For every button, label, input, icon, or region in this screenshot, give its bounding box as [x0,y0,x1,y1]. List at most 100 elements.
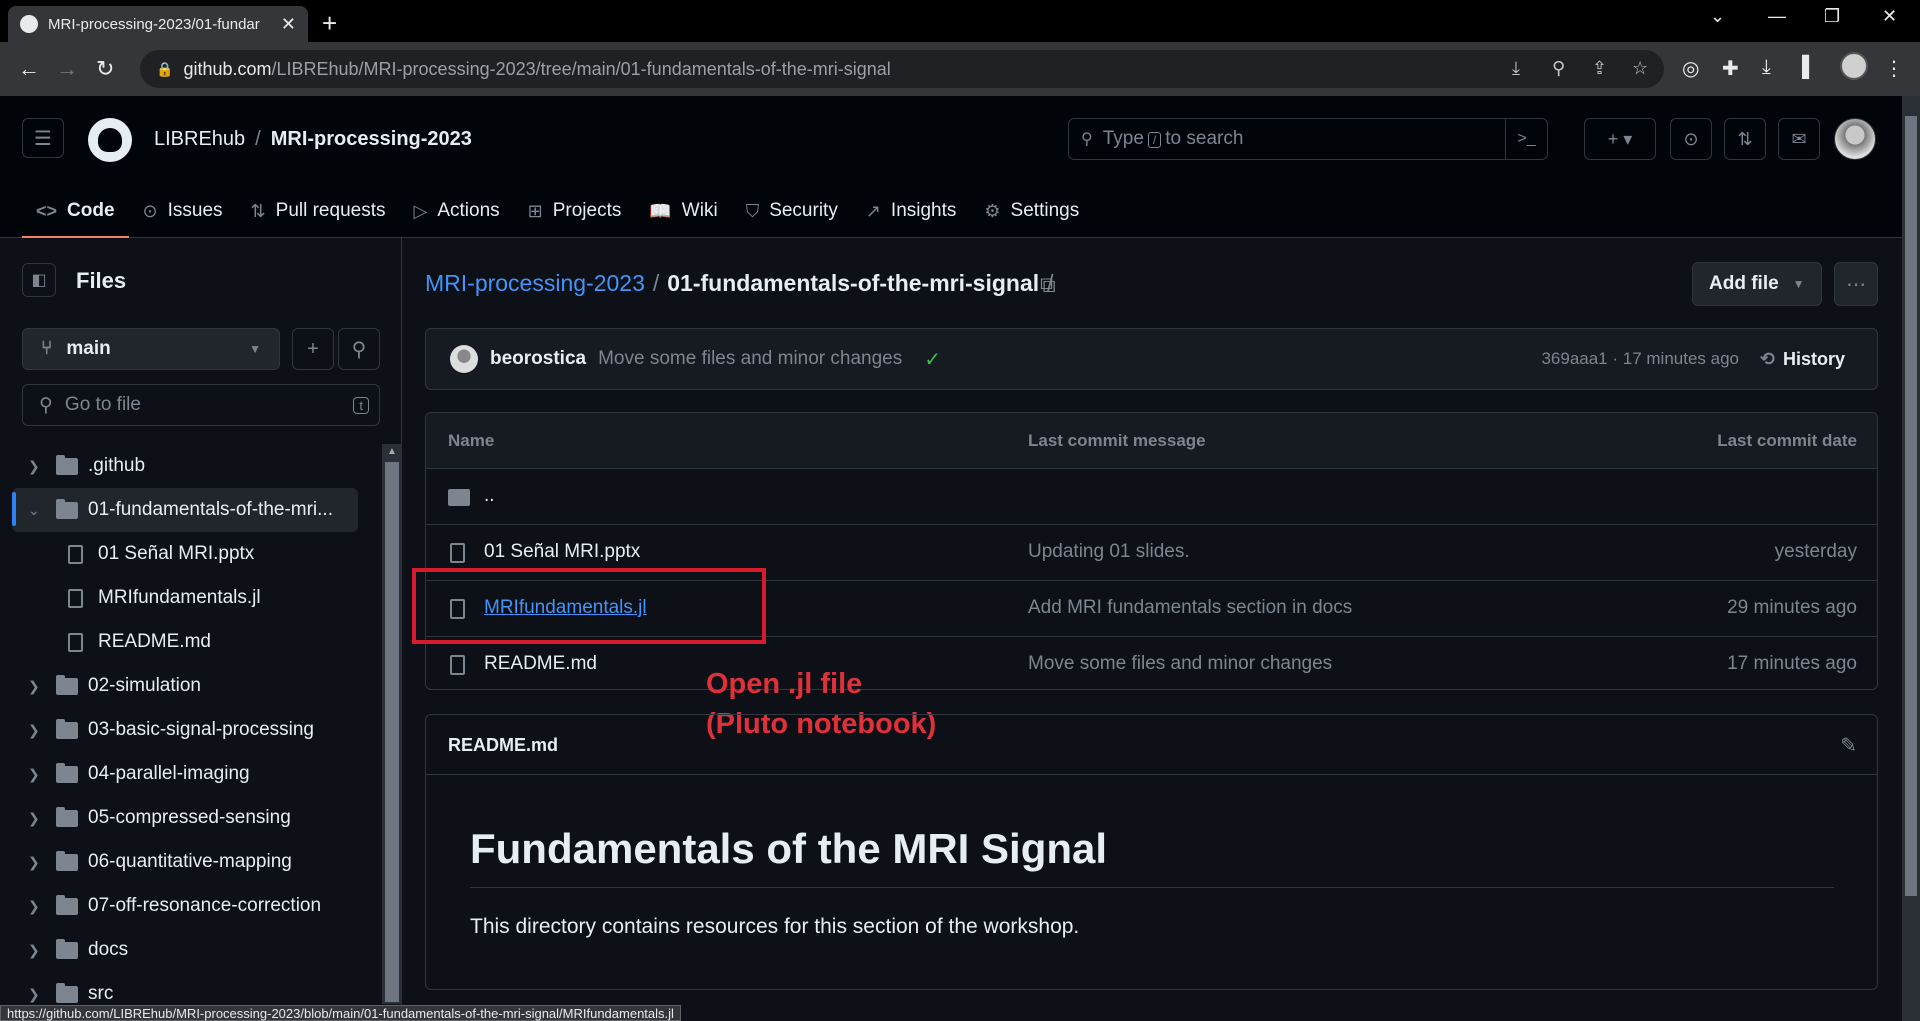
chevron-right-icon[interactable]: ❯ [28,986,40,1003]
tree-item-readme[interactable]: README.md [0,620,380,664]
add-file-button[interactable]: Add file ▼ [1692,262,1822,306]
chevron-right-icon[interactable]: ❯ [28,458,40,475]
tree-item-07-off-resonance[interactable]: ❯ 07-off-resonance-correction [0,884,380,928]
github-logo-icon[interactable] [88,118,132,162]
tab-projects[interactable]: ⊞ Projects [514,184,636,238]
restore-icon[interactable]: ❐ [1824,6,1840,27]
repo-link[interactable]: MRI-processing-2023 [271,128,472,150]
sidebar-scrollbar[interactable]: ▲ [382,444,402,1004]
tree-item-06-quantitative[interactable]: ❯ 06-quantitative-mapping [0,840,380,884]
scroll-up-icon[interactable]: ▲ [387,446,397,457]
extensions-puzzle-icon[interactable]: ✚ [1722,56,1739,81]
owner-link[interactable]: LIBREhub [154,128,245,150]
commit-date: yesterday [1774,541,1857,562]
share-icon[interactable]: ⇪ [1592,58,1607,79]
page-scrollbar[interactable] [1902,96,1920,1021]
install-app-icon[interactable]: ⤓ [1512,58,1520,79]
user-avatar[interactable] [1834,118,1876,160]
commit-meta[interactable]: 369aaa1 · 17 minutes ago [1541,349,1739,369]
pull-requests-icon[interactable]: ⇅ [1724,118,1766,160]
command-palette-icon[interactable]: >_ [1505,119,1547,159]
branch-selector[interactable]: ⑂ main ▼ [22,328,280,370]
close-window-icon[interactable]: ✕ [1882,6,1897,27]
chevron-right-icon[interactable]: ❯ [28,854,40,871]
tree-item-label: docs [88,939,129,960]
chevron-right-icon[interactable]: ❯ [28,766,40,783]
go-to-file-input[interactable]: ⚲ Go to file t [22,384,380,426]
parent-dir-link[interactable]: .. [484,485,495,507]
forward-icon[interactable]: → [56,56,78,82]
lock-icon[interactable]: 🔒 [156,61,173,78]
new-tab-button[interactable]: + [322,8,337,39]
close-tab-icon[interactable]: ✕ [281,14,296,35]
pencil-icon[interactable]: ✎ [1840,733,1857,758]
file-name[interactable]: 01 Señal MRI.pptx [484,541,640,563]
bookmark-star-icon[interactable]: ☆ [1632,58,1648,79]
scrollbar-thumb[interactable] [385,462,399,1002]
tab-search-icon[interactable]: ⌄ [1710,6,1725,27]
tree-item-02-simulation[interactable]: ❯ 02-simulation [0,664,380,708]
address-bar[interactable]: 🔒 github.com/LIBREhub/MRI-processing-202… [140,50,1664,88]
tree-item-github[interactable]: ❯ .github [0,444,380,488]
downloads-icon[interactable]: ⤓ [1762,56,1771,79]
commit-author[interactable]: beorostica [490,348,586,370]
history-button[interactable]: ⟲ History [1760,349,1845,370]
more-options-icon[interactable]: ⋯ [1834,262,1878,306]
tree-item-05-compressed[interactable]: ❯ 05-compressed-sensing [0,796,380,840]
search-icon[interactable]: ⚲ [338,328,380,370]
add-file-icon[interactable]: + [292,328,334,370]
tree-item-label: 07-off-resonance-correction [88,895,322,916]
tree-item-03-basic[interactable]: ❯ 03-basic-signal-processing [0,708,380,752]
chevron-right-icon[interactable]: ❯ [28,722,40,739]
back-icon[interactable]: ← [18,56,40,82]
menu-dots-icon[interactable]: ⋮ [1884,56,1904,81]
side-panel-icon[interactable]: ▌ [1802,56,1816,79]
check-icon[interactable]: ✓ [924,347,941,372]
chevron-right-icon[interactable]: ❯ [28,898,40,915]
tree-item-04-parallel[interactable]: ❯ 04-parallel-imaging [0,752,380,796]
zoom-icon[interactable]: ⚲ [1552,58,1565,79]
collapse-sidebar-icon[interactable]: ◧ [22,263,56,297]
table-row[interactable]: README.md Move some files and minor chan… [426,637,1877,689]
issues-icon[interactable]: ⊙ [1670,118,1712,160]
commit-message[interactable]: Move some files and minor changes [1028,653,1332,675]
breadcrumb-repo-link[interactable]: MRI-processing-2023 [425,270,645,297]
url-host: github.com [183,58,272,79]
file-name[interactable]: README.md [484,653,597,675]
tab-security[interactable]: ⛉ Security [732,184,852,238]
inbox-icon[interactable]: ✉ [1778,118,1820,160]
tab-code[interactable]: <> Code [22,184,129,238]
tab-issues[interactable]: ⊙ Issues [129,184,237,238]
copy-path-icon[interactable]: ⧉ [1040,272,1056,298]
commit-message[interactable]: Updating 01 slides. [1028,541,1190,563]
search-input[interactable]: ⚲ Type / to search >_ [1068,118,1548,160]
tree-item-mrifundamentals-jl[interactable]: MRIfundamentals.jl [0,576,380,620]
tab-settings[interactable]: ⚙ Settings [970,184,1093,238]
tree-item-01-fundamentals[interactable]: ⌄ 01-fundamentals-of-the-mri... [12,488,358,532]
commit-message[interactable]: Move some files and minor changes [598,348,902,370]
tree-item-senal-pptx[interactable]: 01 Señal MRI.pptx [0,532,380,576]
commit-message[interactable]: Add MRI fundamentals section in docs [1028,597,1352,619]
readme-title[interactable]: README.md [448,735,558,756]
folder-icon [56,762,78,783]
hamburger-menu-icon[interactable]: ☰ [22,118,64,158]
tab-pull-requests[interactable]: ⇅ Pull requests [237,184,400,238]
author-avatar[interactable] [450,345,478,373]
browser-tab[interactable]: MRI-processing-2023/01-fundar ✕ [8,6,308,42]
tab-wiki[interactable]: 📖 Wiki [635,184,731,238]
extension-target-icon[interactable]: ◎ [1682,56,1699,81]
chevron-right-icon[interactable]: ❯ [28,678,40,695]
create-new-button[interactable]: + ▾ [1584,118,1656,160]
table-row-parent[interactable]: .. [426,469,1877,525]
reload-icon[interactable]: ↻ [96,56,114,82]
minimize-icon[interactable]: — [1768,6,1786,27]
chevron-right-icon[interactable]: ❯ [28,942,40,959]
chevron-down-icon[interactable]: ⌄ [28,502,40,519]
profile-avatar[interactable] [1840,52,1868,80]
selected-indicator [12,492,16,526]
chevron-right-icon[interactable]: ❯ [28,810,40,827]
scrollbar-thumb[interactable] [1905,116,1917,896]
tree-item-docs[interactable]: ❯ docs [0,928,380,972]
tab-actions[interactable]: ▷ Actions [399,184,513,238]
tab-insights[interactable]: ↗ Insights [852,184,971,238]
